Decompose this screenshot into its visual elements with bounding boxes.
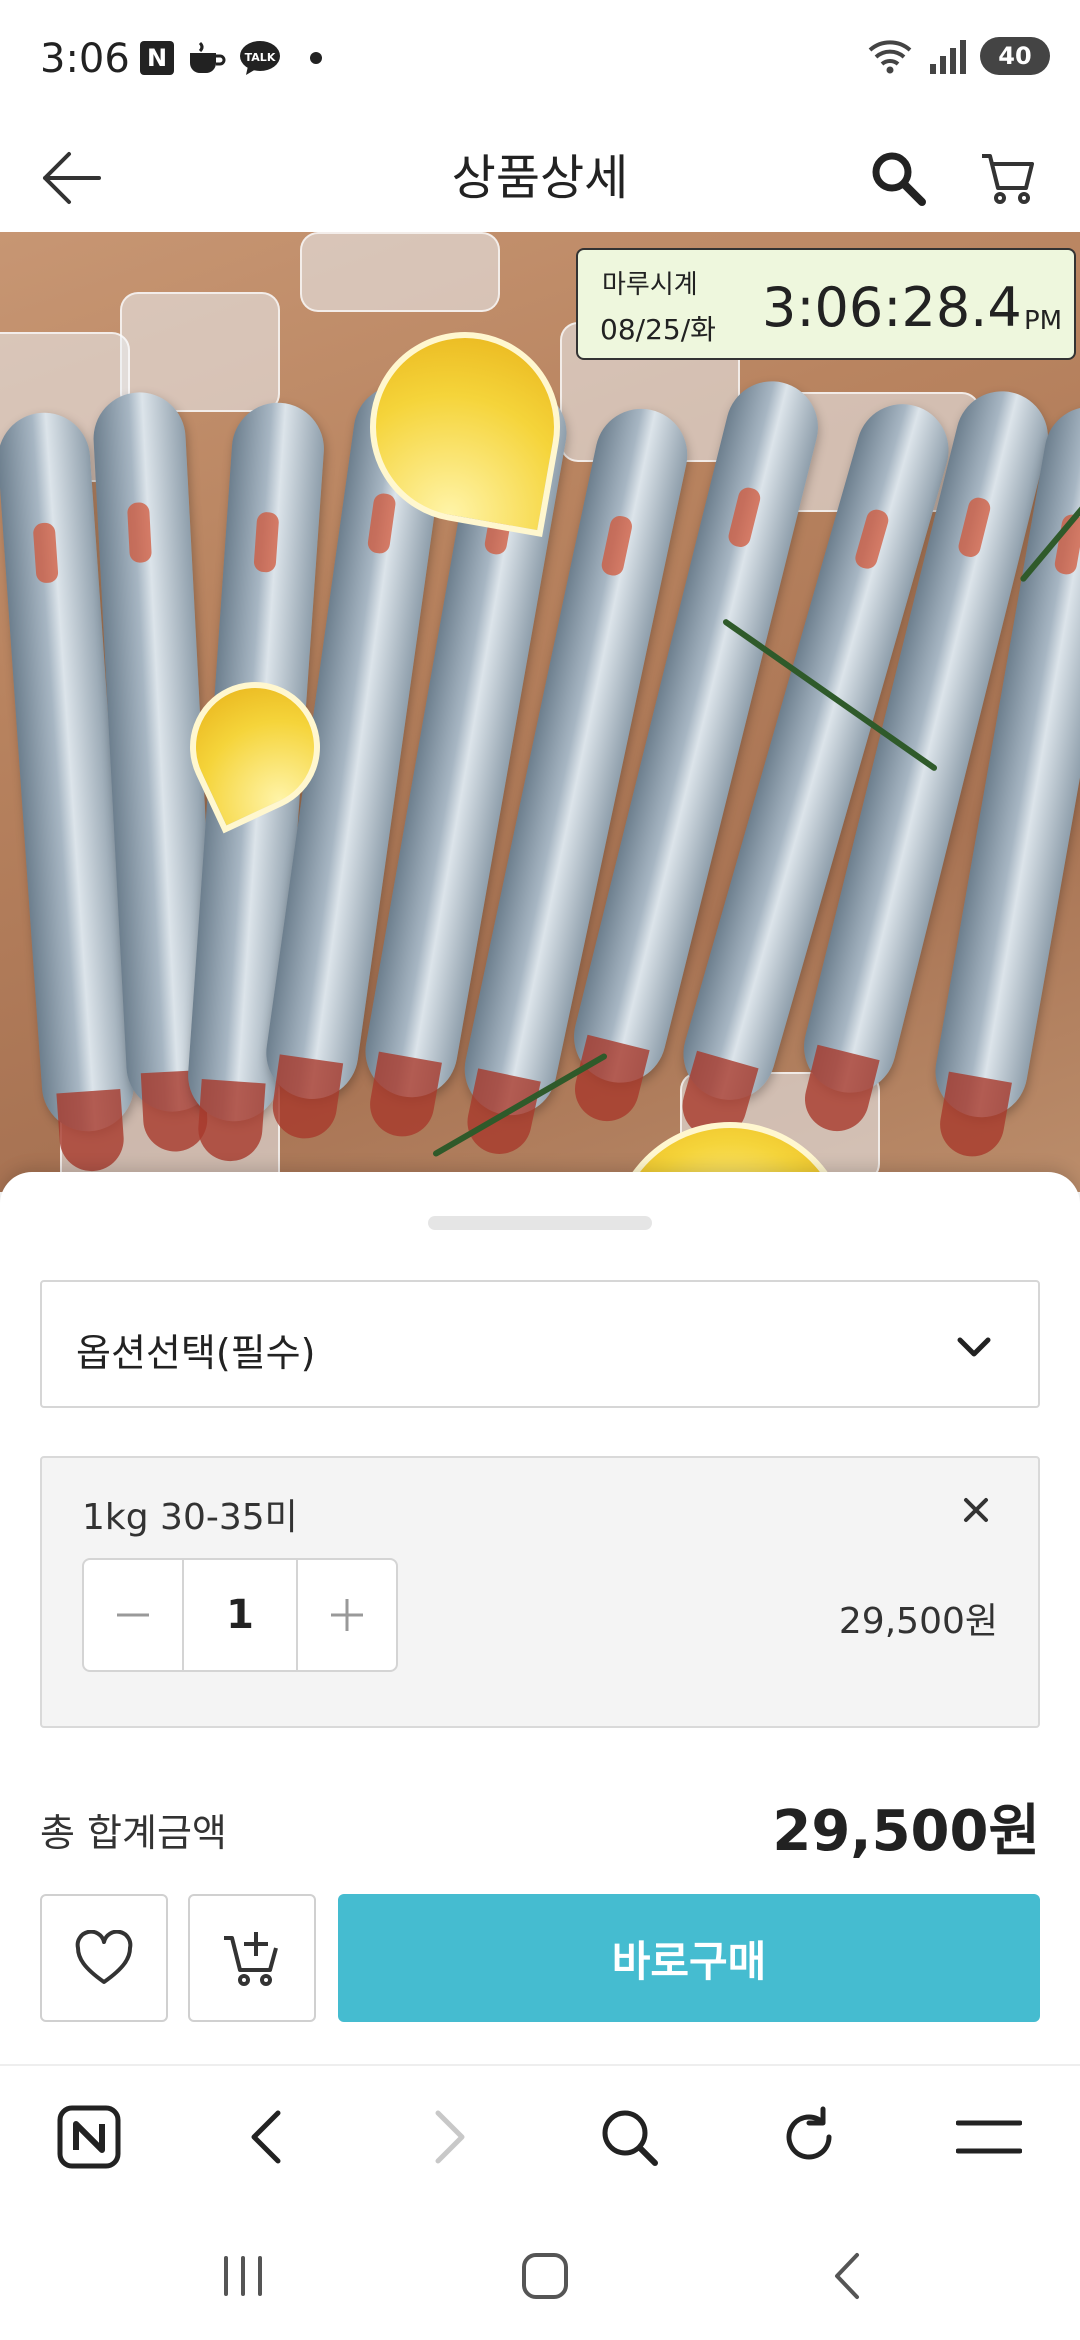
search-button[interactable] xyxy=(856,136,940,220)
quantity-stepper: 1 xyxy=(82,1558,398,1672)
selected-option-item: 1kg 30-35미 1 29,500원 xyxy=(40,1456,1040,1728)
naver-home-icon xyxy=(57,2105,121,2169)
status-bar: 3:06 N TALK 40 xyxy=(0,0,1080,120)
browser-forward-button[interactable] xyxy=(404,2092,494,2182)
kakaotalk-icon: TALK xyxy=(240,41,280,75)
remove-option-button[interactable] xyxy=(954,1488,998,1532)
home-icon xyxy=(522,2253,568,2299)
minus-icon xyxy=(117,1613,149,1617)
battery-icon: 40 xyxy=(980,37,1050,75)
option-select-dropdown[interactable]: 옵션선택(필수) xyxy=(40,1280,1040,1408)
signal-icon xyxy=(930,40,966,74)
home-button[interactable] xyxy=(500,2236,590,2316)
total-value: 29,500원 xyxy=(772,1799,1040,1864)
clock-date: 08/25/화 xyxy=(600,313,716,346)
browser-toolbar xyxy=(0,2064,1080,2204)
buy-now-button[interactable]: 바로구매 xyxy=(338,1894,1040,2022)
wifi-icon xyxy=(868,40,912,74)
selected-option-name: 1kg 30-35미 xyxy=(82,1497,298,1538)
hamburger-menu-icon xyxy=(956,2120,1022,2154)
cart-button[interactable] xyxy=(966,136,1050,220)
sheet-drag-handle[interactable] xyxy=(428,1216,652,1230)
more-notifications-dot xyxy=(310,52,322,64)
system-back-button[interactable] xyxy=(802,2236,892,2316)
plus-icon xyxy=(331,1599,363,1631)
increase-quantity-button[interactable] xyxy=(298,1560,396,1670)
heart-icon xyxy=(75,1930,133,1984)
svg-text:TALK: TALK xyxy=(245,51,276,64)
system-navigation-bar xyxy=(0,2204,1080,2340)
system-status-icons: 40 xyxy=(866,36,1050,76)
clock-overlay: 마루시계 08/25/화 3:06:28.4 PM xyxy=(576,248,1076,360)
back-chevron-icon xyxy=(835,2253,859,2299)
close-icon xyxy=(964,1498,988,1522)
status-time: 3:06 xyxy=(40,36,130,82)
recent-apps-button[interactable] xyxy=(198,2236,288,2316)
option-price: 29,500원 xyxy=(838,1601,998,1642)
browser-search-button[interactable] xyxy=(584,2092,674,2182)
clock-time: 3:06:28.4 xyxy=(762,276,1022,339)
purchase-sheet: 옵션선택(필수) 1kg 30-35미 1 29,500원 총 합계금액 29,… xyxy=(0,1172,1080,2066)
browser-back-button[interactable] xyxy=(222,2092,312,2182)
app-header: 상품상세 xyxy=(0,120,1080,232)
notification-icons: N TALK xyxy=(140,40,322,76)
clock-app-name: 마루시계 xyxy=(602,270,698,300)
cart-add-icon xyxy=(224,1932,278,1986)
naver-home-button[interactable] xyxy=(44,2092,134,2182)
search-icon xyxy=(602,2110,658,2166)
product-image xyxy=(0,232,1080,1192)
like-button[interactable] xyxy=(40,1894,168,2022)
chevron-left-icon xyxy=(251,2110,281,2164)
recent-apps-icon xyxy=(224,2256,262,2296)
chevron-right-icon xyxy=(435,2110,465,2164)
option-select-label: 옵션선택(필수) xyxy=(76,1331,316,1375)
cart-icon xyxy=(982,154,1034,204)
total-label: 총 합계금액 xyxy=(40,1811,227,1855)
clock-ampm: PM xyxy=(1024,306,1063,336)
add-to-cart-button[interactable] xyxy=(188,1894,316,2022)
refresh-button[interactable] xyxy=(764,2092,854,2182)
cafe-icon xyxy=(190,41,226,73)
quantity-value[interactable]: 1 xyxy=(182,1560,298,1670)
refresh-icon xyxy=(786,2106,832,2160)
total-row: 총 합계금액 29,500원 xyxy=(40,1786,1040,1866)
naver-icon: N xyxy=(140,41,174,75)
browser-menu-button[interactable] xyxy=(944,2092,1034,2182)
search-icon xyxy=(872,152,926,206)
decrease-quantity-button[interactable] xyxy=(84,1560,182,1670)
chevron-down-icon xyxy=(957,1337,991,1357)
